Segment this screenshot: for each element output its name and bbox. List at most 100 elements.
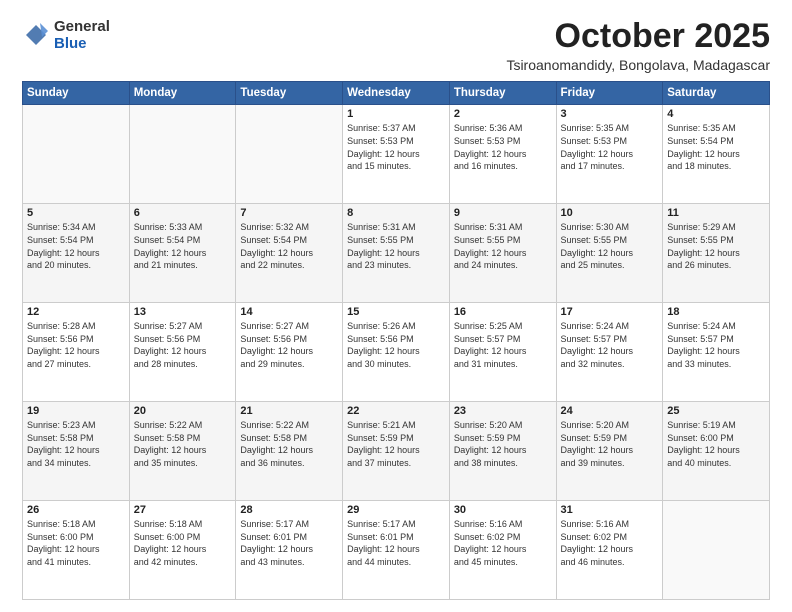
day-info: Sunrise: 5:23 AMSunset: 5:58 PMDaylight:… [27, 419, 125, 469]
calendar-cell: 9Sunrise: 5:31 AMSunset: 5:55 PMDaylight… [449, 204, 556, 303]
day-number: 7 [240, 207, 338, 219]
day-number: 4 [667, 108, 765, 120]
day-info: Sunrise: 5:18 AMSunset: 6:00 PMDaylight:… [134, 518, 232, 568]
day-info: Sunrise: 5:25 AMSunset: 5:57 PMDaylight:… [454, 320, 552, 370]
calendar-table: Sunday Monday Tuesday Wednesday Thursday… [22, 81, 770, 600]
col-saturday: Saturday [663, 82, 770, 105]
day-number: 6 [134, 207, 232, 219]
logo-text: General Blue [54, 18, 110, 53]
calendar-cell: 27Sunrise: 5:18 AMSunset: 6:00 PMDayligh… [129, 501, 236, 600]
calendar-cell [129, 105, 236, 204]
day-number: 31 [561, 504, 659, 516]
calendar-cell: 8 Sunrise: 5:31 AMSunset: 5:55 PMDaylight… [343, 204, 450, 303]
day-number: 29 [347, 504, 445, 516]
top-section: General Blue October 2025 Tsiroanomandid… [22, 18, 770, 73]
calendar-cell: 2Sunrise: 5:36 AMSunset: 5:53 PMDaylight… [449, 105, 556, 204]
col-sunday: Sunday [23, 82, 130, 105]
day-info: Sunrise: 5:30 AMSunset: 5:55 PMDaylight:… [561, 221, 659, 271]
day-info: Sunrise: 5:32 AMSunset: 5:54 PMDaylight:… [240, 221, 338, 271]
day-info: Sunrise: 5:28 AMSunset: 5:56 PMDaylight:… [27, 320, 125, 370]
day-info: Sunrise: 5:27 AMSunset: 5:56 PMDaylight:… [134, 320, 232, 370]
day-info: Sunrise: 5:31 AMSunset: 5:55 PMDaylight:… [347, 221, 445, 271]
day-info: Sunrise: 5:24 AMSunset: 5:57 PMDaylight:… [667, 320, 765, 370]
calendar-cell: 23 Sunrise: 5:20 AMSunset: 5:59 PMDayligh… [449, 402, 556, 501]
day-info: Sunrise: 5:26 AMSunset: 5:56 PMDaylight:… [347, 320, 445, 370]
calendar-cell: 12 Sunrise: 5:28 AMSunset: 5:56 PMDayligh… [23, 303, 130, 402]
day-info: Sunrise: 5:35 AMSunset: 5:53 PMDaylight:… [561, 122, 659, 172]
day-number: 10 [561, 207, 659, 219]
day-number: 3 [561, 108, 659, 120]
calendar-week-3: 19Sunrise: 5:23 AMSunset: 5:58 PMDayligh… [23, 402, 770, 501]
col-monday: Monday [129, 82, 236, 105]
logo-blue: Blue [54, 35, 110, 52]
calendar-cell [236, 105, 343, 204]
day-number: 24 [561, 405, 659, 417]
logo-icon [22, 21, 50, 49]
calendar-cell: 28Sunrise: 5:17 AMSunset: 6:01 PMDayligh… [236, 501, 343, 600]
day-info: Sunrise: 5:21 AMSunset: 5:59 PMDaylight:… [347, 419, 445, 469]
calendar-week-1: 5 Sunrise: 5:34 AMSunset: 5:54 PMDaylight… [23, 204, 770, 303]
calendar-cell: 17 Sunrise: 5:24 AMSunset: 5:57 PMDayligh… [556, 303, 663, 402]
day-number: 20 [134, 405, 232, 417]
day-number: 23 [454, 405, 552, 417]
col-tuesday: Tuesday [236, 82, 343, 105]
day-number: 16 [454, 306, 552, 318]
calendar-cell: 7 Sunrise: 5:32 AMSunset: 5:54 PMDaylight… [236, 204, 343, 303]
month-title: October 2025 [506, 18, 770, 55]
calendar-cell [23, 105, 130, 204]
day-number: 17 [561, 306, 659, 318]
calendar-cell: 10 Sunrise: 5:30 AMSunset: 5:55 PMDayligh… [556, 204, 663, 303]
day-info: Sunrise: 5:17 AMSunset: 6:01 PMDaylight:… [240, 518, 338, 568]
calendar-cell: 30Sunrise: 5:16 AMSunset: 6:02 PMDayligh… [449, 501, 556, 600]
day-number: 25 [667, 405, 765, 417]
calendar-cell: 31 Sunrise: 5:16 AMSunset: 6:02 PMDayligh… [556, 501, 663, 600]
day-number: 9 [454, 207, 552, 219]
calendar-cell: 13 Sunrise: 5:27 AMSunset: 5:56 PMDayligh… [129, 303, 236, 402]
day-info: Sunrise: 5:18 AMSunset: 6:00 PMDaylight:… [27, 518, 125, 568]
day-info: Sunrise: 5:22 AMSunset: 5:58 PMDaylight:… [134, 419, 232, 469]
calendar-week-2: 12 Sunrise: 5:28 AMSunset: 5:56 PMDayligh… [23, 303, 770, 402]
day-number: 8 [347, 207, 445, 219]
calendar-cell: 1Sunrise: 5:37 AMSunset: 5:53 PMDaylight… [343, 105, 450, 204]
calendar-cell: 29 Sunrise: 5:17 AMSunset: 6:01 PMDayligh… [343, 501, 450, 600]
location: Tsiroanomandidy, Bongolava, Madagascar [506, 57, 770, 73]
day-number: 11 [667, 207, 765, 219]
day-number: 22 [347, 405, 445, 417]
day-number: 5 [27, 207, 125, 219]
calendar-cell: 11 Sunrise: 5:29 AMSunset: 5:55 PMDayligh… [663, 204, 770, 303]
calendar-week-0: 1Sunrise: 5:37 AMSunset: 5:53 PMDaylight… [23, 105, 770, 204]
day-info: Sunrise: 5:20 AMSunset: 5:59 PMDaylight:… [561, 419, 659, 469]
calendar-cell: 14 Sunrise: 5:27 AMSunset: 5:56 PMDayligh… [236, 303, 343, 402]
calendar-cell: 19Sunrise: 5:23 AMSunset: 5:58 PMDayligh… [23, 402, 130, 501]
calendar-cell: 6 Sunrise: 5:33 AMSunset: 5:54 PMDaylight… [129, 204, 236, 303]
day-number: 26 [27, 504, 125, 516]
calendar-cell: 3 Sunrise: 5:35 AMSunset: 5:53 PMDaylight… [556, 105, 663, 204]
calendar-cell: 16 Sunrise: 5:25 AMSunset: 5:57 PMDayligh… [449, 303, 556, 402]
calendar-header-row: Sunday Monday Tuesday Wednesday Thursday… [23, 82, 770, 105]
calendar-cell: 15 Sunrise: 5:26 AMSunset: 5:56 PMDayligh… [343, 303, 450, 402]
calendar-cell: 25Sunrise: 5:19 AMSunset: 6:00 PMDayligh… [663, 402, 770, 501]
col-wednesday: Wednesday [343, 82, 450, 105]
day-info: Sunrise: 5:35 AMSunset: 5:54 PMDaylight:… [667, 122, 765, 172]
day-info: Sunrise: 5:17 AMSunset: 6:01 PMDaylight:… [347, 518, 445, 568]
header-right: October 2025 Tsiroanomandidy, Bongolava,… [506, 18, 770, 73]
day-info: Sunrise: 5:33 AMSunset: 5:54 PMDaylight:… [134, 221, 232, 271]
day-number: 13 [134, 306, 232, 318]
calendar-cell: 21Sunrise: 5:22 AMSunset: 5:58 PMDayligh… [236, 402, 343, 501]
day-number: 1 [347, 108, 445, 120]
day-number: 18 [667, 306, 765, 318]
day-info: Sunrise: 5:20 AMSunset: 5:59 PMDaylight:… [454, 419, 552, 469]
calendar-week-4: 26 Sunrise: 5:18 AMSunset: 6:00 PMDayligh… [23, 501, 770, 600]
day-number: 30 [454, 504, 552, 516]
day-number: 14 [240, 306, 338, 318]
calendar-cell: 24 Sunrise: 5:20 AMSunset: 5:59 PMDayligh… [556, 402, 663, 501]
day-info: Sunrise: 5:16 AMSunset: 6:02 PMDaylight:… [561, 518, 659, 568]
col-thursday: Thursday [449, 82, 556, 105]
calendar-cell: 20 Sunrise: 5:22 AMSunset: 5:58 PMDayligh… [129, 402, 236, 501]
day-info: Sunrise: 5:24 AMSunset: 5:57 PMDaylight:… [561, 320, 659, 370]
day-info: Sunrise: 5:29 AMSunset: 5:55 PMDaylight:… [667, 221, 765, 271]
day-number: 15 [347, 306, 445, 318]
day-info: Sunrise: 5:34 AMSunset: 5:54 PMDaylight:… [27, 221, 125, 271]
day-info: Sunrise: 5:27 AMSunset: 5:56 PMDaylight:… [240, 320, 338, 370]
day-number: 12 [27, 306, 125, 318]
